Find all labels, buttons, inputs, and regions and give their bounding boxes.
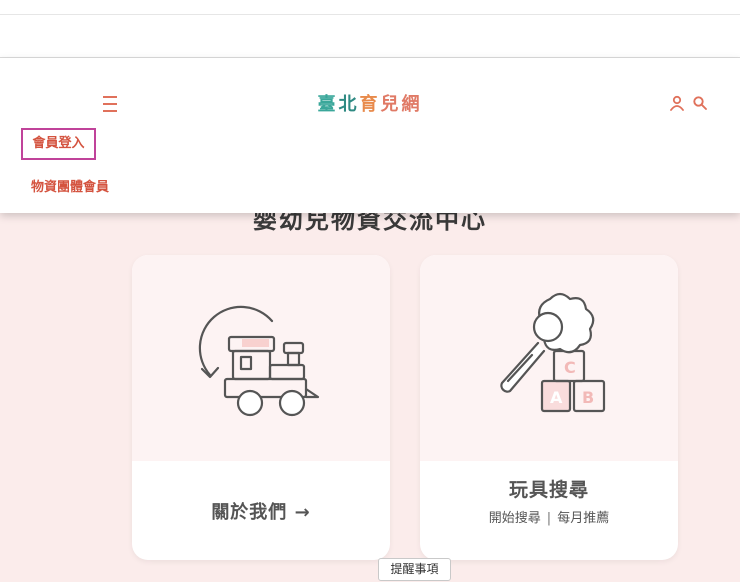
user-icon[interactable]	[669, 95, 685, 111]
toy-train-icon	[198, 305, 320, 417]
svg-text:B: B	[582, 388, 594, 407]
svg-text:C: C	[564, 358, 576, 377]
svg-text:A: A	[550, 388, 563, 407]
divider	[0, 14, 740, 15]
logo-char: 兒	[380, 94, 402, 115]
logo-char: 網	[401, 94, 423, 115]
site-logo[interactable]: 臺北育兒網	[0, 90, 740, 116]
toy-search-card[interactable]: C A B 玩具搜尋 開始搜尋 | 每月推薦	[420, 255, 678, 560]
about-us-link[interactable]: 關於我們 →	[132, 498, 390, 524]
menu-item-member-login[interactable]: 會員登入	[21, 128, 96, 160]
monthly-recommend-link[interactable]: 每月推薦	[557, 507, 609, 526]
toy-search-subnav: 開始搜尋 | 每月推薦	[420, 507, 678, 526]
separator: |	[546, 511, 552, 526]
logo-char: 北	[338, 94, 360, 115]
page: 婴幼兒物資交流中心 關於我們 → C A B 玩具搜尋 開始搜尋 | 每月推薦 …	[0, 0, 740, 582]
start-search-link[interactable]: 開始搜尋	[489, 507, 541, 526]
browser-top-strip	[0, 0, 740, 58]
toy-search-title[interactable]: 玩具搜尋	[420, 475, 678, 502]
logo-char: 育	[359, 94, 381, 115]
menu-item-group-member[interactable]: 物資團體會員	[31, 176, 109, 195]
about-us-card[interactable]: 關於我們 →	[132, 255, 390, 560]
card-image: C A B	[420, 255, 678, 461]
search-icon[interactable]	[692, 95, 708, 111]
logo-char: 臺	[317, 94, 339, 115]
rattle-blocks-icon: C A B	[500, 292, 606, 413]
reminder-button[interactable]: 提醒事項	[378, 558, 451, 581]
site-header: 臺北育兒網 會員登入 物資團體會員	[0, 58, 740, 213]
card-image	[132, 255, 390, 461]
